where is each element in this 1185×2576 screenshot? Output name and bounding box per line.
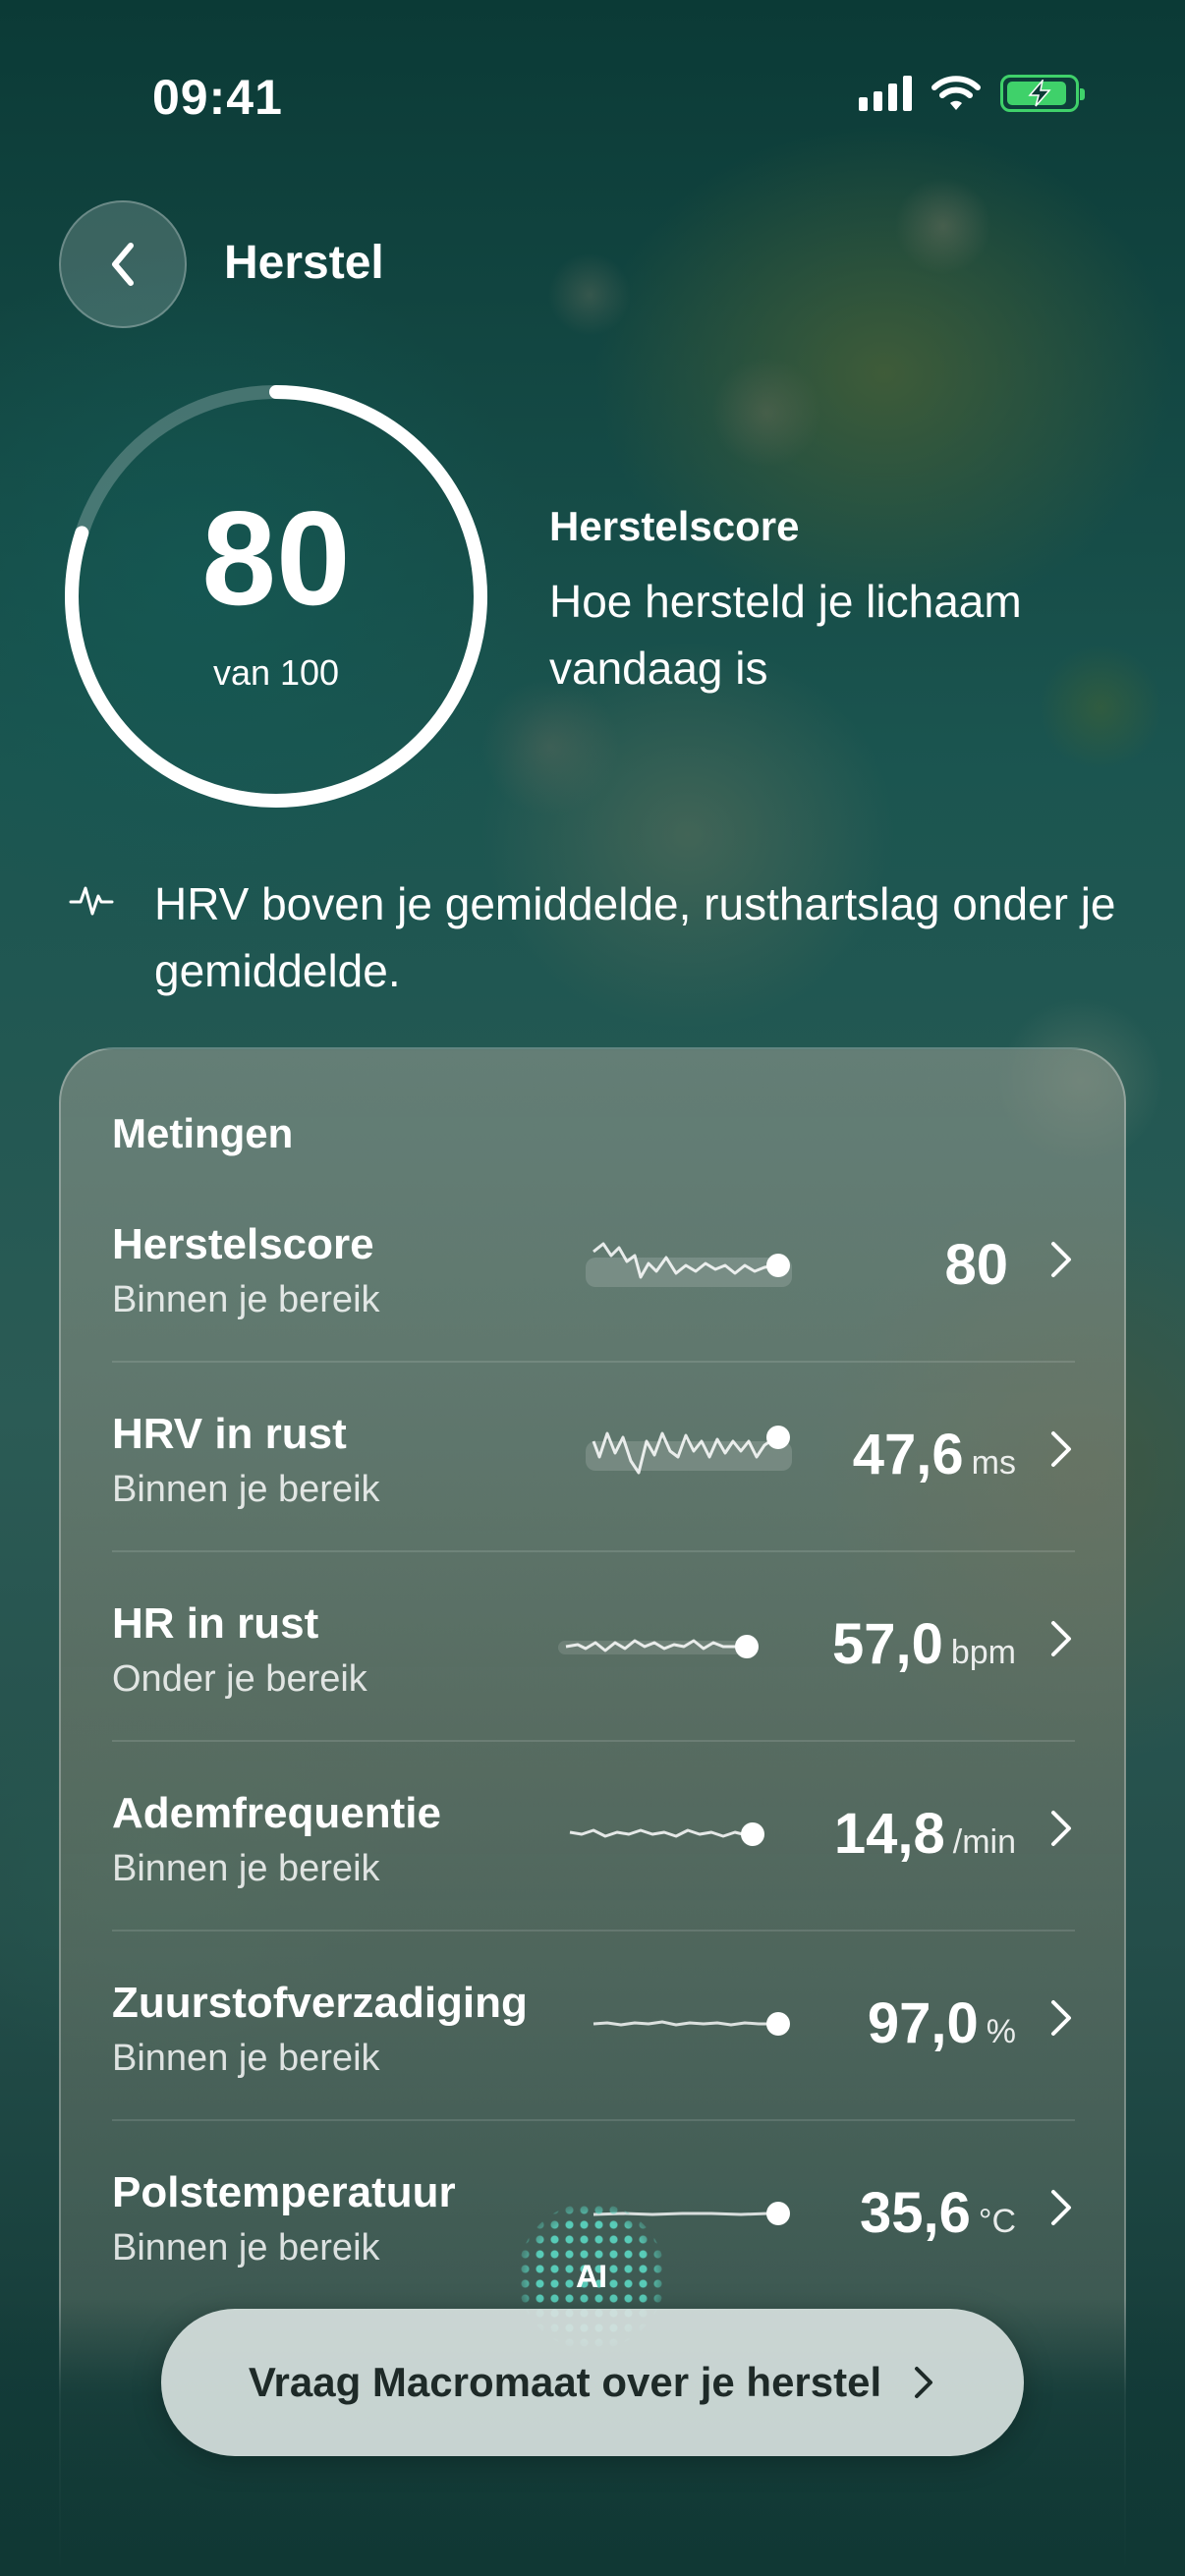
metric-unit: bpm — [950, 1634, 1016, 1671]
status-time: 09:41 — [152, 70, 283, 125]
metric-row-herstelscore[interactable]: Herstelscore Binnen je bereik 80 — [112, 1173, 1075, 1363]
chevron-right-icon — [1051, 2190, 1071, 2225]
metric-number: 14,8 — [833, 1802, 945, 1866]
chevron-right-icon — [1051, 1242, 1071, 1277]
chevron-right-icon — [915, 2367, 933, 2398]
ai-badge-label: AI — [576, 2258, 607, 2294]
chevron-right-icon — [1051, 1621, 1071, 1656]
score-label: Herstelscore — [549, 503, 800, 549]
metric-number: 57,0 — [831, 1612, 943, 1676]
metric-row-zuurstofverzadiging[interactable]: Zuurstofverzadiging Binnen je bereik 97,… — [112, 1932, 1075, 2121]
metric-name: Ademfrequentie — [112, 1789, 441, 1837]
chevron-left-icon — [112, 243, 134, 286]
chevron-right-icon — [1051, 2000, 1071, 2036]
charging-bolt-icon — [1028, 80, 1051, 107]
metric-status: Binnen je bereik — [112, 1848, 380, 1889]
status-bar: 09:41 — [0, 59, 1185, 128]
metric-number: 80 — [944, 1233, 1008, 1297]
metric-name: Zuurstofverzadiging — [112, 1979, 528, 2027]
metric-status: Binnen je bereik — [112, 2227, 380, 2268]
ademfrequentie-sparkline — [569, 1822, 764, 1846]
herstelscore-sparkline — [586, 1242, 792, 1287]
ask-macromaat-button[interactable]: Vraag Macromaat over je herstel — [161, 2309, 1024, 2456]
battery-icon — [1000, 75, 1085, 112]
cellular-signal-icon — [859, 76, 912, 111]
metric-status: Binnen je bereik — [112, 1469, 380, 1510]
metric-value: 47,6 ms — [853, 1422, 1016, 1487]
metric-unit: % — [986, 2013, 1016, 2050]
metric-unit: ms — [971, 1444, 1016, 1482]
wifi-icon — [931, 76, 981, 110]
metric-value: 97,0 % — [868, 1990, 1016, 2056]
hrv-sparkline — [586, 1426, 792, 1475]
metric-name: HR in rust — [112, 1599, 319, 1648]
hr-sparkline — [558, 1635, 759, 1658]
metric-status: Binnen je bereik — [112, 1279, 380, 1320]
heartbeat-icon — [69, 886, 114, 916]
metric-status: Binnen je bereik — [112, 2038, 380, 2079]
metric-row-hr-in-rust[interactable]: HR in rust Onder je bereik 57,0 bpm — [112, 1552, 1075, 1742]
metric-name: HRV in rust — [112, 1410, 347, 1458]
metric-number: 97,0 — [867, 1991, 979, 2055]
page-title: Herstel — [224, 237, 384, 289]
metric-number: 47,6 — [852, 1423, 964, 1486]
metric-unit: /min — [952, 1823, 1016, 1861]
metric-status: Onder je bereik — [112, 1658, 367, 1700]
metric-name: Herstelscore — [112, 1220, 374, 1268]
metric-value: 80 — [944, 1232, 1016, 1298]
zuurstof-sparkline — [592, 2012, 790, 2036]
metric-unit: °C — [978, 2203, 1016, 2240]
score-value: 80 — [201, 483, 351, 633]
score-description: Hoe hersteld je lichaam vandaag is — [549, 576, 1022, 694]
score-max: van 100 — [212, 652, 340, 693]
chevron-right-icon — [1051, 1811, 1071, 1846]
back-button[interactable] — [59, 200, 187, 328]
metric-value: 35,6 °C — [860, 2180, 1016, 2246]
metrics-title: Metingen — [112, 1110, 294, 1156]
insight-text: HRV boven je gemiddelde, rusthartslag on… — [154, 878, 1116, 996]
metric-row-hrv-in-rust[interactable]: HRV in rust Binnen je bereik 47,6 ms — [112, 1363, 1075, 1552]
metric-number: 35,6 — [859, 2181, 971, 2245]
chevron-right-icon — [1051, 1431, 1071, 1467]
metric-value: 57,0 bpm — [832, 1611, 1016, 1677]
metric-name: Polstemperatuur — [112, 2168, 456, 2216]
metric-row-ademfrequentie[interactable]: Ademfrequentie Binnen je bereik 14,8 /mi… — [112, 1742, 1075, 1932]
status-icons — [859, 75, 1085, 112]
metric-value: 14,8 /min — [834, 1801, 1016, 1867]
ask-button-label: Vraag Macromaat over je herstel — [248, 2359, 882, 2405]
